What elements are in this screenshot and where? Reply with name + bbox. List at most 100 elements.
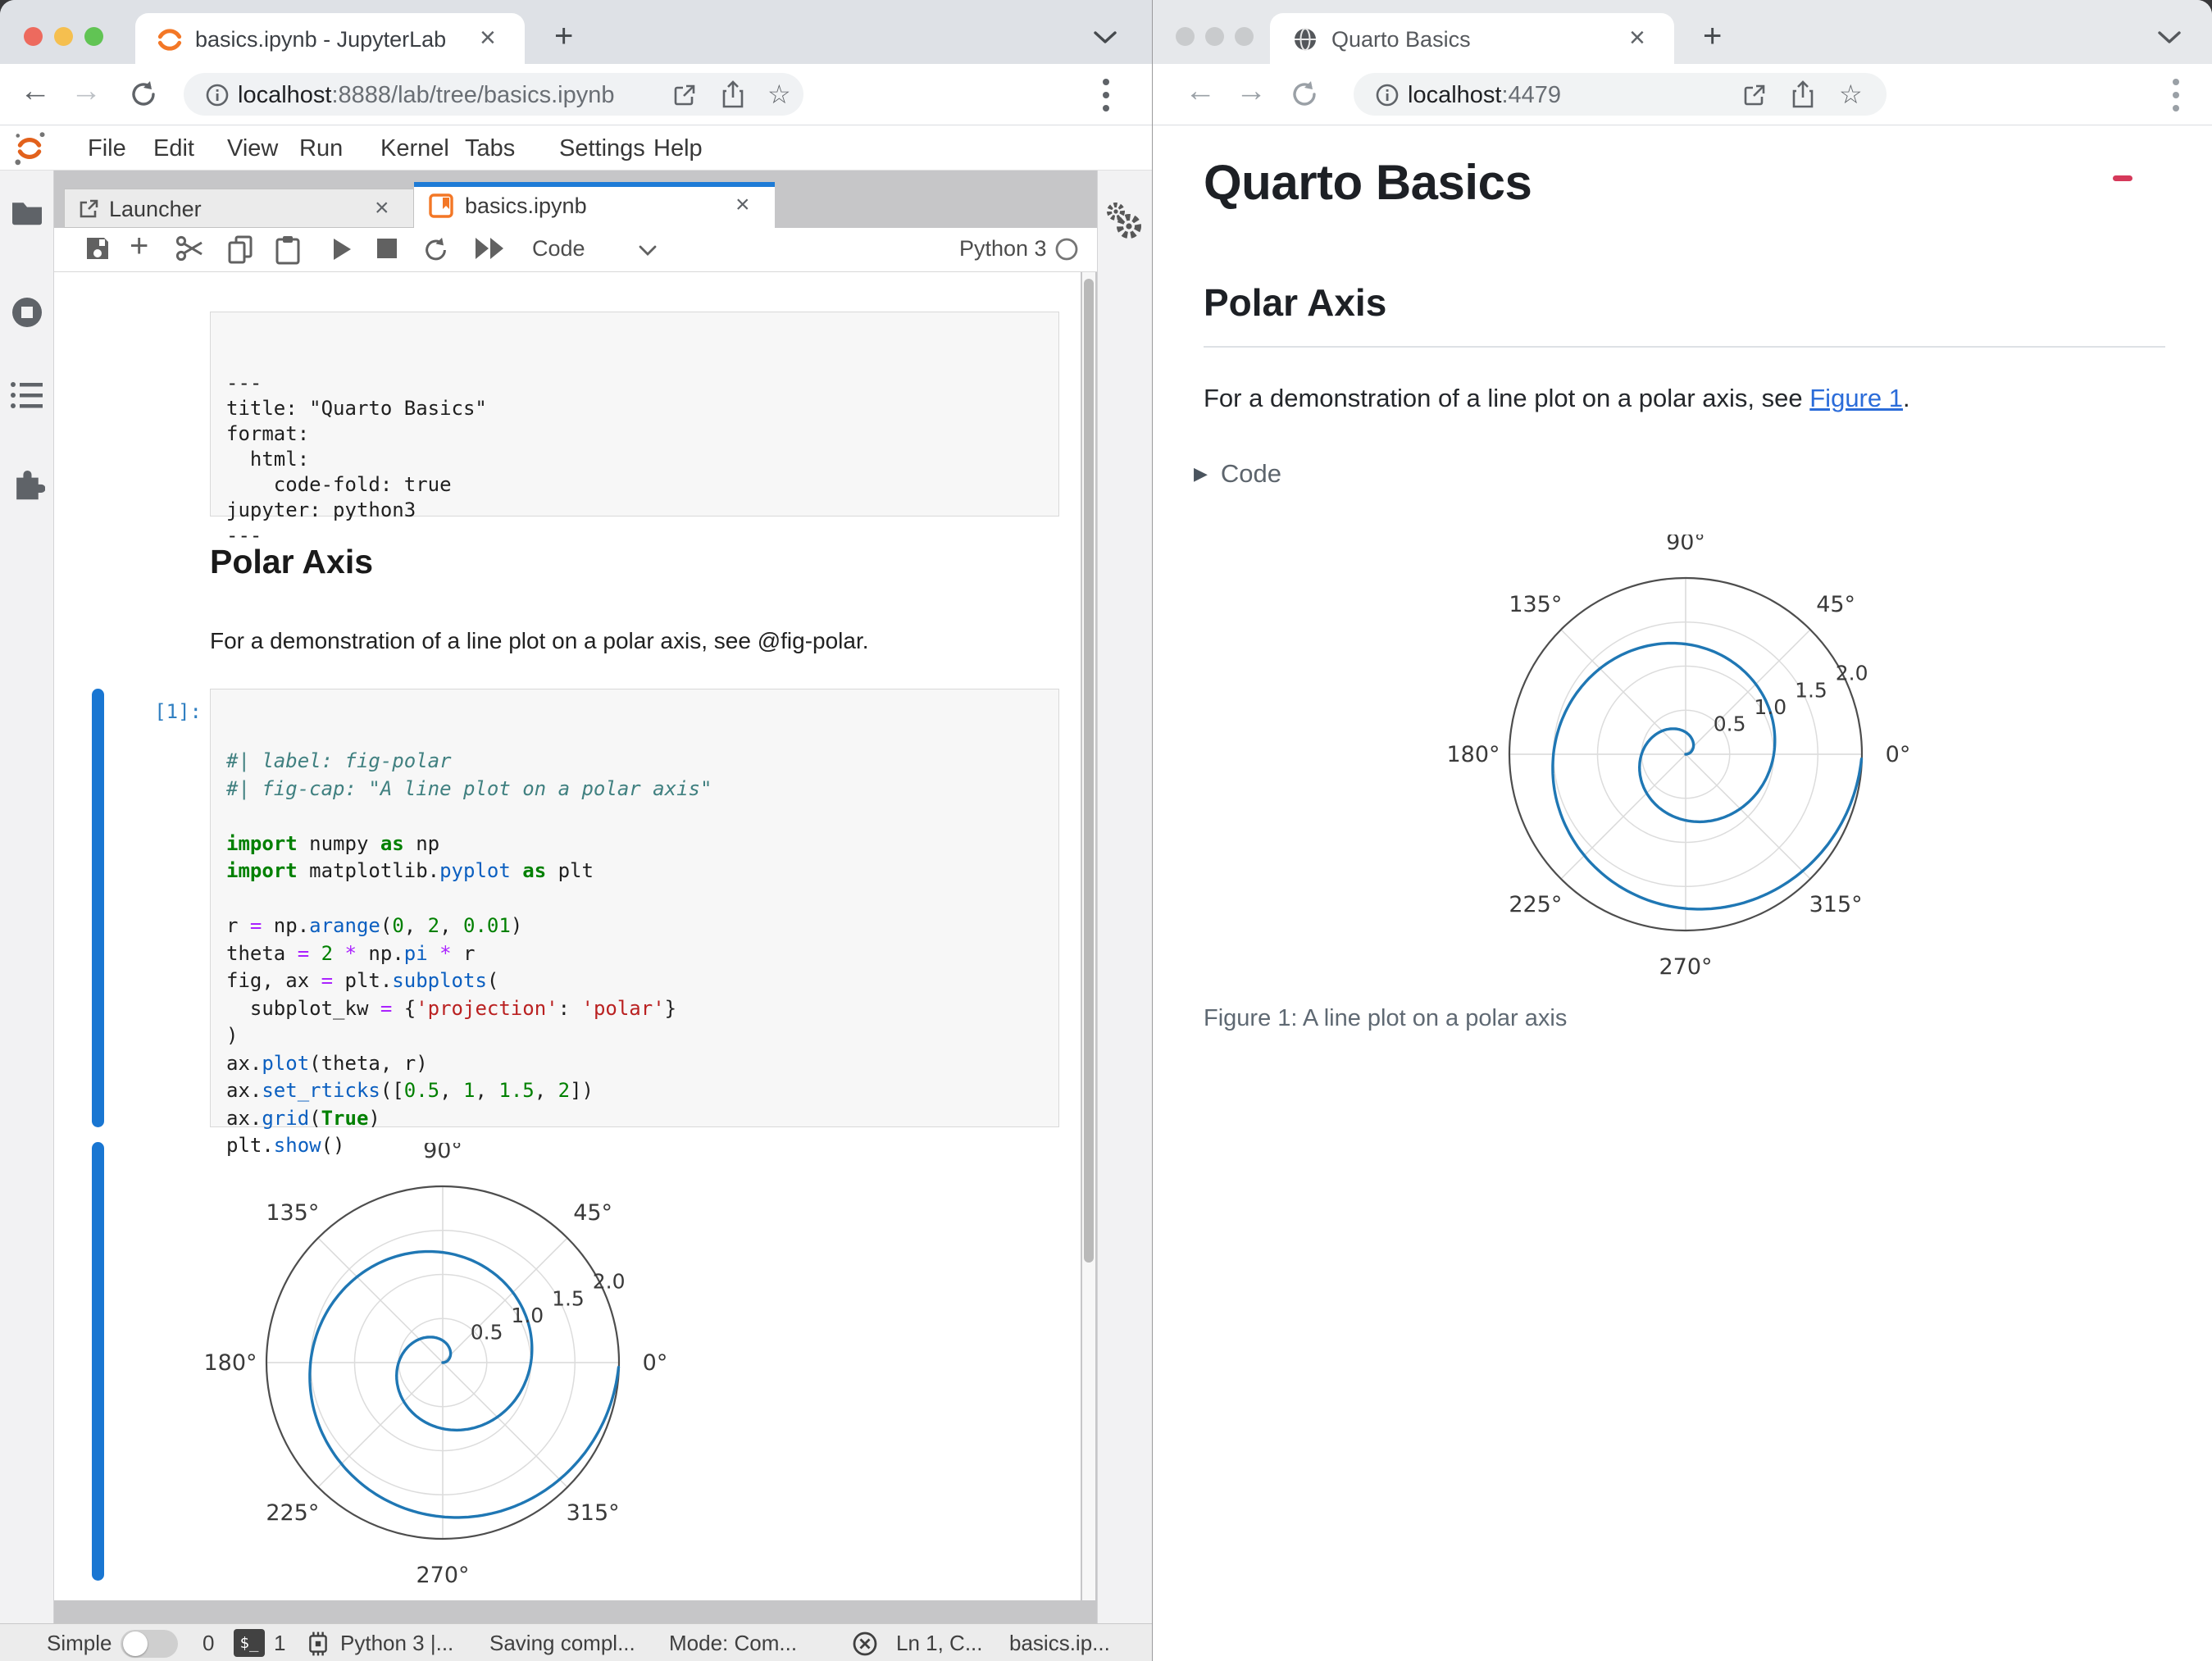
run-all-icon[interactable] — [474, 237, 507, 260]
browser-tab[interactable]: Quarto Basics × — [1270, 13, 1674, 64]
reload-icon[interactable] — [128, 79, 159, 110]
svg-text:0.5: 0.5 — [1714, 712, 1746, 735]
svg-text:180°: 180° — [1448, 742, 1500, 767]
tab-close-icon[interactable]: × — [1629, 22, 1645, 53]
input-collapser[interactable] — [92, 689, 104, 1127]
menu-kernel[interactable]: Kernel — [380, 135, 449, 162]
share-icon[interactable] — [1790, 80, 1816, 109]
menu-tabs[interactable]: Tabs — [465, 135, 515, 162]
minimize-icon[interactable] — [54, 27, 73, 46]
zoom-icon[interactable] — [1235, 27, 1254, 46]
raw-cell-editor[interactable]: --- title: "Quarto Basics" format: html: c… — [210, 312, 1059, 547]
figure-link[interactable]: Figure 1 — [1809, 384, 1903, 412]
new-tab-button[interactable]: + — [554, 18, 573, 55]
close-icon[interactable] — [1176, 27, 1195, 46]
simple-mode-toggle[interactable] — [121, 1630, 178, 1658]
menu-help[interactable]: Help — [653, 135, 703, 162]
chip-icon — [309, 1631, 327, 1656]
paste-icon[interactable] — [274, 234, 302, 266]
folder-icon[interactable] — [10, 197, 44, 226]
markdown-paragraph: For a demonstration of a line plot on a … — [210, 628, 869, 653]
star-icon[interactable]: ☆ — [1839, 79, 1863, 110]
forward-icon[interactable]: → — [1236, 74, 1267, 109]
kernel-status-text[interactable]: Python 3 |... — [340, 1631, 453, 1656]
browser-toolbar: ← → localhost:4479 ☆ — [1153, 64, 2212, 181]
chevron-down-icon[interactable] — [1092, 30, 1118, 46]
cursor-position[interactable]: Ln 1, C... — [896, 1631, 983, 1656]
back-icon[interactable]: ← — [1185, 74, 1216, 109]
menu-view[interactable]: View — [227, 135, 278, 162]
svg-text:45°: 45° — [1816, 592, 1855, 617]
info-icon[interactable] — [1375, 83, 1400, 107]
gears-icon[interactable] — [1104, 202, 1144, 241]
share-icon[interactable] — [720, 80, 746, 109]
chevron-down-icon[interactable] — [2156, 30, 2182, 46]
back-icon[interactable]: ← — [20, 74, 51, 109]
dock-tab-notebook[interactable]: basics.ipynb × — [414, 182, 775, 228]
restart-icon[interactable] — [421, 235, 451, 265]
open-in-new-icon[interactable] — [1742, 83, 1767, 107]
svg-text:1.5: 1.5 — [552, 1286, 585, 1310]
reload-icon[interactable] — [1289, 79, 1320, 110]
insert-cell-icon[interactable]: + — [130, 228, 148, 265]
jupyter-menubar: File Edit View Run Kernel Tabs Settings Help — [0, 125, 1152, 171]
stop-icon[interactable] — [377, 239, 397, 258]
chevron-down-icon[interactable] — [638, 244, 658, 257]
output-collapser[interactable] — [92, 1142, 104, 1581]
browser-tab[interactable]: basics.ipynb - JupyterLab × — [135, 13, 525, 64]
open-in-new-icon[interactable] — [672, 83, 697, 107]
svg-text:315°: 315° — [1809, 892, 1863, 917]
browser-tab-title: basics.ipynb - JupyterLab — [195, 27, 447, 52]
tab-close-icon[interactable]: × — [375, 193, 389, 224]
scrollbar-track[interactable] — [1082, 272, 1095, 1600]
forward-icon[interactable]: → — [71, 74, 102, 109]
terminals-count[interactable]: 0 — [203, 1631, 214, 1656]
kernel-name[interactable]: Python 3 — [959, 236, 1047, 262]
run-icon[interactable] — [331, 237, 353, 262]
polar-plot-notebook-output: 0° 45° 90° 135° 180° 225° 270° 315° 0.5 1.0 1.5 2.0 — [205, 1143, 667, 1586]
shield-x-icon[interactable] — [851, 1630, 879, 1658]
menu-file[interactable]: File — [88, 135, 126, 162]
svg-text:225°: 225° — [266, 1500, 319, 1526]
star-icon[interactable]: ☆ — [767, 79, 791, 110]
address-bar[interactable]: localhost:4479 ☆ — [1354, 73, 1887, 116]
menu-edit[interactable]: Edit — [153, 135, 194, 162]
jupyter-favicon-icon — [157, 29, 182, 51]
url-text: localhost:4479 — [1408, 82, 1562, 108]
scrollbar-thumb[interactable] — [1084, 279, 1094, 1263]
mode-indicator[interactable]: Mode: Com... — [669, 1631, 797, 1656]
tab-close-icon[interactable]: × — [480, 22, 496, 53]
close-icon[interactable] — [24, 27, 43, 46]
copy-icon[interactable] — [226, 234, 254, 264]
active-tab-indicator — [414, 182, 775, 187]
table-of-contents-icon[interactable] — [10, 380, 44, 410]
browser-tabstrip: Quarto Basics × + — [1153, 0, 2212, 64]
kernels-count[interactable]: 1 — [274, 1631, 285, 1656]
cell-type-select[interactable]: Code — [532, 236, 585, 262]
extensions-icon[interactable] — [9, 466, 45, 502]
kebab-menu-icon[interactable] — [1102, 77, 1110, 113]
code-cell-editor[interactable]: #| label: fig-polar #| fig-cap: "A line p… — [210, 689, 1059, 1157]
kebab-menu-icon[interactable] — [2172, 77, 2180, 113]
cut-icon[interactable] — [175, 234, 205, 262]
toggle-knob — [123, 1631, 148, 1656]
info-icon[interactable] — [205, 83, 230, 107]
svg-text:270°: 270° — [416, 1563, 469, 1586]
simple-mode-label: Simple — [47, 1631, 112, 1655]
address-bar[interactable]: localhost:8888/lab/tree/basics.ipynb ☆ — [184, 73, 803, 116]
menu-run[interactable]: Run — [299, 135, 343, 162]
new-tab-button[interactable]: + — [1703, 18, 1722, 55]
zoom-icon[interactable] — [84, 27, 103, 46]
terminal-badge-icon[interactable]: $_ — [234, 1629, 265, 1657]
activity-bar — [0, 171, 54, 1661]
running-kernels-icon[interactable] — [10, 295, 44, 330]
dock-tab-launcher[interactable]: Launcher × — [64, 189, 414, 228]
browser-tabstrip: basics.ipynb - JupyterLab × + — [0, 0, 1152, 64]
save-icon[interactable] — [84, 234, 112, 262]
kernel-circle-icon — [1055, 238, 1078, 261]
minimize-icon[interactable] — [1205, 27, 1224, 46]
menu-settings[interactable]: Settings — [559, 135, 645, 162]
extension-badge — [2113, 175, 2132, 181]
tab-close-icon[interactable]: × — [735, 189, 750, 221]
code-fold-summary[interactable]: ▶ Code — [1194, 459, 1281, 489]
